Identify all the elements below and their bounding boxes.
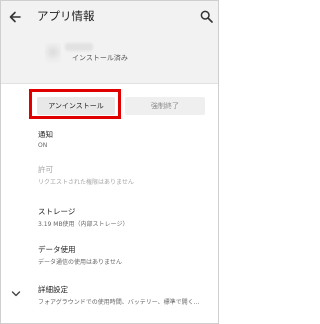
chevron-down-icon[interactable]	[11, 290, 21, 298]
search-icon[interactable]	[200, 10, 213, 23]
permissions-title: 許可	[38, 165, 53, 174]
screen: アプリ情報 インストール済み アンインストール 強制終了 通知 ON 許可 リク…	[0, 0, 219, 324]
app-name-redacted	[65, 43, 93, 51]
notifications-item[interactable]: 通知 ON	[38, 129, 53, 149]
storage-item[interactable]: ストレージ 3.19 MB使用（内部ストレージ）	[38, 206, 128, 228]
notifications-status: ON	[38, 142, 48, 149]
app-icon	[45, 43, 61, 63]
data-usage-status: データ通信の使用はありません	[38, 259, 122, 266]
storage-title: ストレージ	[38, 207, 76, 216]
permissions-item: 許可 リクエストされた権限はありません	[38, 164, 134, 186]
highlight-box	[29, 89, 121, 119]
storage-usage: 3.19 MB使用（内部ストレージ）	[38, 221, 129, 228]
force-stop-button[interactable]: 強制終了	[125, 97, 205, 115]
advanced-summary: フォアグラウンドでの使用時間、バッテリー、標準で開く...	[38, 299, 200, 306]
notifications-title: 通知	[38, 130, 53, 139]
data-usage-item[interactable]: データ使用 データ通信の使用はありません	[38, 244, 122, 266]
permissions-status: リクエストされた権限はありません	[38, 179, 134, 186]
data-usage-title: データ使用	[38, 245, 76, 254]
app-header: インストール済み	[1, 33, 218, 84]
advanced-item[interactable]: 詳細設定 フォアグラウンドでの使用時間、バッテリー、標準で開く...	[38, 284, 199, 306]
arrow-left-icon[interactable]	[8, 10, 22, 24]
advanced-title: 詳細設定	[38, 285, 68, 294]
app-bar: アプリ情報	[1, 1, 218, 33]
page-title: アプリ情報	[37, 9, 95, 23]
install-status: インストール済み	[72, 54, 128, 62]
